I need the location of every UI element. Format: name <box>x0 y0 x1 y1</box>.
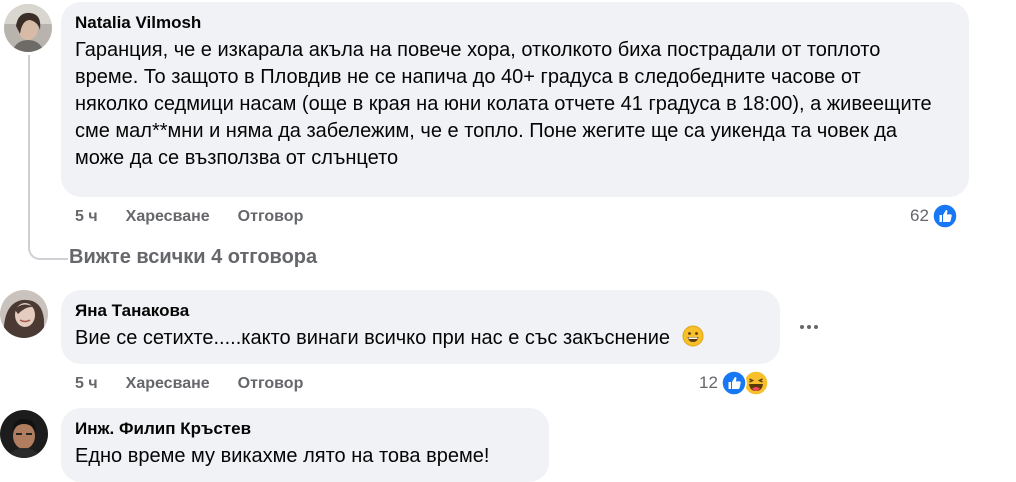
comment-text: Едно време му викахме лято на това време… <box>75 445 490 467</box>
comment-author[interactable]: Natalia Vilmosh <box>75 12 955 34</box>
comment-time[interactable]: 5 ч <box>75 208 98 226</box>
comment-time[interactable]: 5 ч <box>75 375 98 393</box>
reaction-count: 12 <box>699 373 718 392</box>
comment-author[interactable]: Инж. Филип Кръстев <box>75 418 535 440</box>
comment-bubble: Яна Танакова Вие се сетихте.....както ви… <box>61 290 780 364</box>
reactions-summary[interactable]: 12 <box>699 370 769 396</box>
like-icon <box>721 370 747 396</box>
avatar-photo <box>0 290 48 338</box>
avatar-photo <box>4 4 52 52</box>
like-icon <box>932 203 958 229</box>
reply-button[interactable]: Отговор <box>238 375 304 393</box>
comment-actions: 5 ч Харесване Отговор <box>75 374 303 394</box>
more-options-icon[interactable] <box>791 309 827 345</box>
reaction-count: 62 <box>910 206 929 225</box>
comment-bubble: Инж. Филип Кръстев Едно време му викахме… <box>61 408 549 482</box>
comment-text-row: Вие се сетихте.....както винаги всичко п… <box>75 325 766 352</box>
comment-actions: 5 ч Харесване Отговор <box>75 207 303 227</box>
reactions-summary[interactable]: 62 <box>910 203 958 229</box>
comment-author[interactable]: Яна Танакова <box>75 300 766 322</box>
avatar[interactable] <box>4 4 52 52</box>
avatar[interactable] <box>0 290 48 338</box>
like-button[interactable]: Харесване <box>126 208 210 226</box>
avatar-photo <box>0 410 48 458</box>
avatar[interactable] <box>0 410 48 458</box>
reply-button[interactable]: Отговор <box>238 208 304 226</box>
comment-text: Вие се сетихте.....както винаги всичко п… <box>75 327 671 349</box>
grinning-emoji-icon <box>682 325 704 347</box>
like-button[interactable]: Харесване <box>126 375 210 393</box>
comment-bubble: Natalia Vilmosh Гаранция, че е изкарала … <box>61 2 969 197</box>
comment-text: Гаранция, че е изкарала акъла на повече … <box>75 39 932 169</box>
view-all-replies-link[interactable]: Вижте всички 4 отговора <box>69 246 317 269</box>
